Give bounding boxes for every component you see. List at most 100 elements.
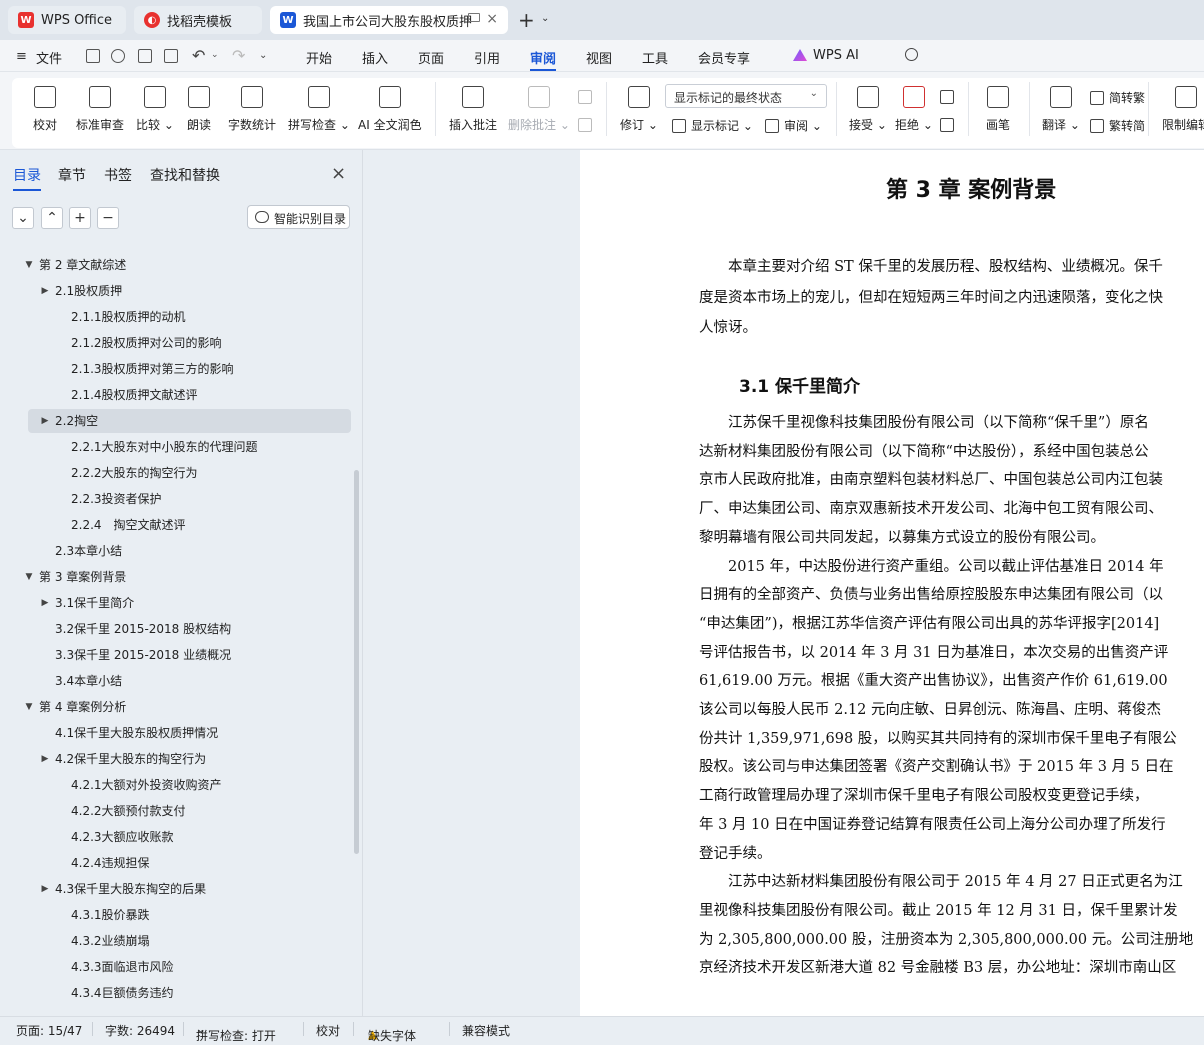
revise-button[interactable]: 修订 ⌄ xyxy=(620,86,658,133)
close-tab-icon[interactable]: × xyxy=(486,11,498,27)
toc-item[interactable]: 4.2.1大额对外投资收购资产 xyxy=(0,773,350,797)
page-indicator[interactable]: 页面: 15/47 xyxy=(16,1022,82,1039)
toc-item[interactable]: 4.3.2业绩崩塌 xyxy=(0,929,350,953)
toc-item[interactable]: 3.3保千里 2015-2018 业绩概况 xyxy=(0,643,350,667)
caret-right-icon[interactable]: ▶ xyxy=(39,409,51,433)
menu-wps-ai[interactable]: WPS AI xyxy=(813,48,859,63)
toc-item[interactable]: 3.4本章小结 xyxy=(0,669,350,693)
toc-item[interactable]: 4.2.4违规担保 xyxy=(0,851,350,875)
menu-tools[interactable]: 工具 xyxy=(642,48,668,67)
reject-button[interactable]: 拒绝 ⌄ xyxy=(895,86,933,133)
toc-item[interactable]: ▼ 第 2 章文献综述 xyxy=(0,253,350,277)
proof-button[interactable]: 校对 xyxy=(33,86,57,133)
menu-start[interactable]: 开始 xyxy=(306,48,332,67)
restrict-edit-button[interactable]: 限制编辑 xyxy=(1162,86,1204,133)
caret-down-icon[interactable]: ▼ xyxy=(23,253,35,277)
caret-down-icon[interactable]: ▼ xyxy=(23,565,35,589)
tab-wps-office[interactable]: W WPS Office xyxy=(8,6,126,34)
caret-down-icon[interactable]: ▼ xyxy=(23,695,35,719)
prev-change-button[interactable] xyxy=(940,90,959,104)
tab-docer[interactable]: ◐ 找稻壳模板 xyxy=(134,6,262,34)
translate-button[interactable]: 翻译 ⌄ xyxy=(1042,86,1080,133)
remove-heading-button[interactable]: − xyxy=(97,207,119,229)
insert-comment-button[interactable]: 插入批注 xyxy=(449,86,497,133)
menu-review[interactable]: 审阅 xyxy=(530,48,557,71)
close-pane-icon[interactable]: × xyxy=(331,163,346,184)
toc-item[interactable]: 2.2.2大股东的掏空行为 xyxy=(0,461,350,485)
simplified-to-traditional-button[interactable]: 简转繁 xyxy=(1090,89,1145,106)
toc-item[interactable]: 2.3本章小结 xyxy=(0,539,350,563)
tab-toc[interactable]: 目录 xyxy=(13,165,41,191)
print-icon[interactable] xyxy=(138,49,152,63)
toc-item[interactable]: 4.3.3面临退市风险 xyxy=(0,955,350,979)
monitor-icon[interactable] xyxy=(468,13,480,22)
menu-member[interactable]: 会员专享 xyxy=(698,48,750,67)
tab-find-replace[interactable]: 查找和替换 xyxy=(150,165,220,185)
collapse-all-button[interactable]: ⌄ xyxy=(12,207,34,229)
add-heading-button[interactable]: + xyxy=(69,207,91,229)
menu-insert[interactable]: 插入 xyxy=(362,48,388,67)
read-aloud-button[interactable]: 朗读 xyxy=(187,86,211,133)
undo-icon[interactable]: ↶ xyxy=(192,46,205,65)
tab-chapters[interactable]: 章节 xyxy=(58,165,86,185)
tab-list-chevron-icon[interactable]: ⌄ xyxy=(541,13,549,24)
toc-item[interactable]: 4.3.1股价暴跌 xyxy=(0,903,350,927)
toc-item[interactable]: 2.2.3投资者保护 xyxy=(0,487,350,511)
toc-item[interactable]: ▼ 第 3 章案例背景 xyxy=(0,565,350,589)
spell-check-button[interactable]: 拼写检查 ⌄ xyxy=(288,86,350,133)
toc-item[interactable]: 2.1.4股权质押文献述评 xyxy=(0,383,350,407)
menu-page[interactable]: 页面 xyxy=(418,48,444,67)
display-markup-button[interactable]: 显示标记 ⌄ xyxy=(672,117,753,134)
document-page[interactable]: 第 3 章 案例背景 本章主要对介绍 ST 保千里的发展历程、股权结构、业绩概况… xyxy=(580,150,1204,1016)
print-preview-icon[interactable] xyxy=(164,49,178,63)
prev-comment-button[interactable] xyxy=(578,90,597,104)
share-icon[interactable] xyxy=(111,49,125,63)
markup-display-select[interactable]: 显示标记的最终状态 ⌄ xyxy=(665,84,827,108)
toc-item[interactable]: ▶ 4.2保千里大股东的掏空行为 xyxy=(0,747,350,771)
undo-chevron-icon[interactable]: ⌄ xyxy=(211,50,219,60)
menu-references[interactable]: 引用 xyxy=(474,48,500,67)
expand-up-button[interactable]: ⌃ xyxy=(41,207,63,229)
menu-view[interactable]: 视图 xyxy=(586,48,612,67)
toc-item[interactable]: 2.2.1大股东对中小股东的代理问题 xyxy=(0,435,350,459)
toc-item[interactable]: 2.1.3股权质押对第三方的影响 xyxy=(0,357,350,381)
toc-item[interactable]: ▶ 2.2掏空 xyxy=(28,409,351,433)
ai-polish-button[interactable]: AI 全文润色 xyxy=(358,86,422,133)
toc-item[interactable]: ▶ 4.3保千里大股东掏空的后果 xyxy=(0,877,350,901)
toc-item[interactable]: 4.2.3大额应收账款 xyxy=(0,825,350,849)
toc-item[interactable]: 2.1.1股权质押的动机 xyxy=(0,305,350,329)
next-change-button[interactable] xyxy=(940,118,959,132)
traditional-to-simplified-button[interactable]: 繁转简 xyxy=(1090,117,1145,134)
hamburger-icon[interactable]: ≡ xyxy=(16,49,27,64)
toc-item[interactable]: ▼ 第 4 章案例分析 xyxy=(0,695,350,719)
smart-toc-button[interactable]: 智能识别目录 xyxy=(247,205,350,229)
pen-button[interactable]: 画笔 xyxy=(986,86,1010,133)
caret-right-icon[interactable]: ▶ xyxy=(39,279,51,303)
toc-item[interactable]: ▶ 3.1保千里简介 xyxy=(0,591,350,615)
toc-item[interactable]: 4.3.4巨额债务违约 xyxy=(0,981,350,1005)
save-icon[interactable] xyxy=(86,49,100,63)
accept-button[interactable]: 接受 ⌄ xyxy=(849,86,887,133)
word-count-button[interactable]: 字数统计 xyxy=(228,86,276,133)
proof-indicator[interactable]: 校对 xyxy=(316,1022,340,1039)
delete-comment-button[interactable]: 删除批注 ⌄ xyxy=(508,86,570,133)
toc-item[interactable]: 3.2保千里 2015-2018 股权结构 xyxy=(0,617,350,641)
tab-document[interactable]: W 我国上市公司大股东股权质押 × xyxy=(270,6,508,34)
toc-item[interactable]: ▶ 2.1股权质押 xyxy=(0,279,350,303)
spell-check-indicator[interactable]: 拼写检查: 打开 ⌄ xyxy=(196,1022,276,1043)
tab-bookmarks[interactable]: 书签 xyxy=(104,165,132,185)
more-chevron-icon[interactable]: ⌄ xyxy=(259,50,267,61)
compare-button[interactable]: 比较 ⌄ xyxy=(136,86,174,133)
toc-scrollbar[interactable] xyxy=(354,470,359,854)
standard-review-button[interactable]: 标准审查 xyxy=(76,86,124,133)
toc-item[interactable]: 2.2.4 掏空文献述评 xyxy=(0,513,350,537)
review-pane-button[interactable]: 审阅 ⌄ xyxy=(765,117,822,134)
toc-item[interactable]: 4.2.2大额预付款支付 xyxy=(0,799,350,823)
search-icon[interactable] xyxy=(905,48,918,61)
redo-icon[interactable]: ↷ xyxy=(232,46,245,65)
word-count-indicator[interactable]: 字数: 26494 xyxy=(105,1022,175,1039)
file-menu[interactable]: 文件 xyxy=(36,48,62,67)
next-comment-button[interactable] xyxy=(578,118,597,132)
caret-right-icon[interactable]: ▶ xyxy=(39,591,51,615)
caret-right-icon[interactable]: ▶ xyxy=(39,877,51,901)
